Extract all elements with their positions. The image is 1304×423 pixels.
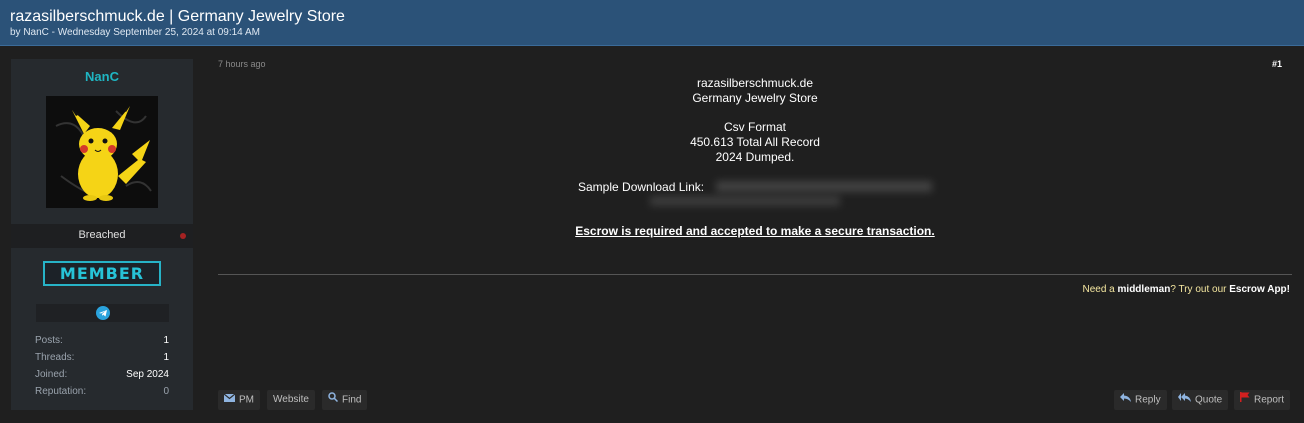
stat-value: Sep 2024	[126, 369, 169, 380]
rank-badge: MEMBER	[43, 261, 161, 286]
signature-text: ? Try out our	[1170, 284, 1230, 295]
post-body-line: Germany Jewelry Store	[692, 91, 818, 105]
stat-value[interactable]: 0	[163, 386, 169, 397]
find-label: Find	[342, 394, 362, 406]
online-status: Breached	[11, 224, 193, 248]
blurred-link	[650, 196, 840, 206]
escrow-notice-link[interactable]: Escrow is required and accepted to make …	[218, 224, 1292, 238]
escrow-app-link[interactable]: Escrow App!	[1229, 284, 1290, 295]
reply-button[interactable]: Reply	[1114, 390, 1167, 410]
post-body-line: razasilberschmuck.de	[696, 76, 814, 90]
website-button[interactable]: Website	[267, 390, 315, 410]
contact-row	[36, 304, 169, 322]
reply-icon	[1120, 390, 1131, 410]
stat-value[interactable]: 1	[163, 335, 169, 346]
thread-title: razasilberschmuck.de | Germany Jewelry S…	[10, 8, 345, 25]
status-label: Breached	[78, 229, 126, 241]
pm-button[interactable]: PM	[218, 390, 260, 410]
thread-header: razasilberschmuck.de | Germany Jewelry S…	[0, 0, 1304, 46]
quote-label: Quote	[1195, 394, 1223, 406]
stat-label: Threads:	[35, 352, 75, 363]
pm-label: PM	[239, 394, 254, 406]
signature-text: Need a	[1082, 284, 1118, 295]
search-icon	[328, 390, 339, 410]
avatar[interactable]	[46, 96, 158, 208]
flag-icon	[1240, 390, 1250, 410]
author-username[interactable]: NanC	[11, 69, 193, 84]
author-stats: Posts: 1 Threads: 1 Joined: Sep 2024 Reputa…	[35, 333, 169, 401]
middleman-link[interactable]: middleman	[1118, 284, 1171, 295]
post-body-line: Csv Format	[723, 120, 786, 134]
stat-threads: Threads: 1	[35, 350, 169, 367]
stat-label: Posts:	[35, 335, 63, 346]
signature: Need a middleman? Try out our Escrow App…	[1083, 284, 1291, 295]
reply-label: Reply	[1135, 394, 1161, 406]
thread-byline: by NanC - Wednesday September 25, 2024 a…	[10, 27, 260, 38]
post-body-line: 450.613 Total All Record	[690, 135, 820, 149]
stat-value[interactable]: 1	[163, 352, 169, 363]
stat-reputation: Reputation: 0	[35, 384, 169, 401]
blurred-link	[716, 181, 932, 192]
post-time: 7 hours ago	[218, 59, 266, 69]
telegram-icon[interactable]	[96, 306, 110, 320]
stat-label: Reputation:	[35, 386, 87, 397]
report-button[interactable]: Report	[1234, 390, 1291, 410]
quote-button[interactable]: Quote	[1172, 390, 1229, 410]
stat-label: Joined:	[35, 369, 68, 380]
stat-posts: Posts: 1	[35, 333, 169, 350]
offline-dot-icon	[180, 233, 186, 239]
sample-download-label: Sample Download Link:	[578, 180, 705, 194]
stat-joined: Joined: Sep 2024	[35, 367, 169, 384]
report-label: Report	[1254, 394, 1285, 406]
post-body-line: 2024 Dumped.	[715, 150, 795, 164]
pikachu-avatar-image	[46, 96, 158, 208]
signature-divider	[218, 274, 1292, 275]
author-panel: NanC Breached MEMBER Posts: 1 Threads: 1…	[11, 59, 193, 410]
reply-all-icon	[1178, 390, 1191, 410]
website-label: Website	[273, 394, 309, 405]
post-number-link[interactable]: #1	[1272, 59, 1282, 69]
envelope-icon	[223, 390, 236, 410]
find-button[interactable]: Find	[322, 390, 368, 410]
